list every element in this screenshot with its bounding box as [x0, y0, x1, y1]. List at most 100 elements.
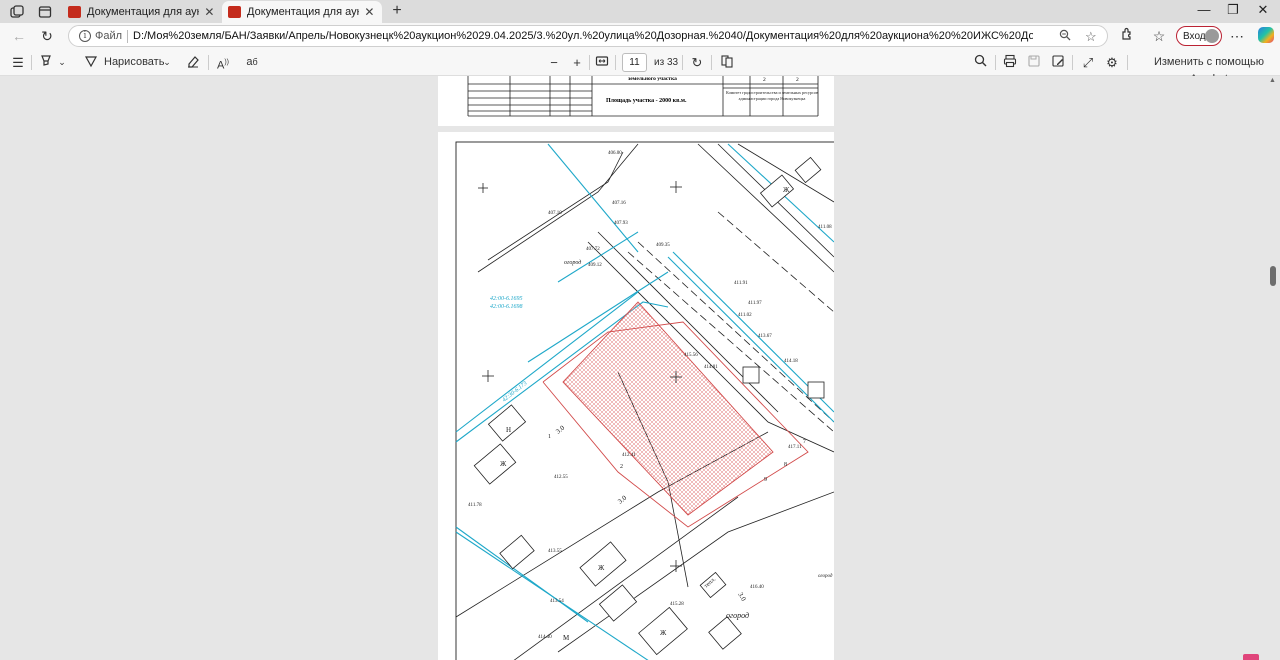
workspaces-icon[interactable]	[8, 3, 26, 21]
chevron-down-icon[interactable]: ⌄	[162, 54, 172, 71]
map-label: 409.35	[656, 243, 670, 248]
feedback-badge[interactable]	[1243, 654, 1259, 660]
more-icon[interactable]: ⋯	[1228, 27, 1246, 45]
contents-icon[interactable]: ☰	[10, 54, 26, 71]
highlight-icon[interactable]	[38, 54, 54, 71]
info-icon[interactable]: i	[79, 30, 91, 42]
divider	[127, 30, 128, 43]
map-label: 411.02	[738, 313, 752, 318]
chevron-down-icon[interactable]: ⌄	[57, 54, 67, 71]
scrollbar-thumb[interactable]	[1270, 266, 1276, 286]
map-label: 2	[620, 464, 623, 470]
fullscreen-icon[interactable]: ⤢	[1080, 54, 1096, 71]
close-icon[interactable]: ✕	[363, 5, 376, 19]
url-text[interactable]: D:/Моя%20земля/БАН/Заявки/Апрель/Новокуз…	[133, 30, 1033, 42]
map-label: 417.11	[788, 445, 802, 450]
draw-icon[interactable]	[83, 54, 99, 71]
map-label: 406.00	[608, 151, 622, 156]
map-label: 412.55	[554, 475, 568, 480]
map-label: Ж	[660, 629, 667, 637]
map-label: 407.72	[586, 247, 600, 252]
map-label: 9	[764, 477, 767, 483]
restore-button[interactable]: ❐	[1223, 2, 1243, 18]
map-label: 407.10	[548, 211, 562, 216]
print-icon[interactable]	[1002, 54, 1018, 71]
save-icon[interactable]	[1026, 54, 1042, 71]
map-label: огород	[818, 574, 833, 579]
address-bar[interactable]: i Файл D:/Моя%20земля/БАН/Заявки/Апрель/…	[68, 25, 1108, 47]
back-icon[interactable]: ←	[10, 27, 28, 45]
map-label: 411.78	[468, 503, 482, 508]
tab-1[interactable]: Документация для аукциона ИЖ ✕	[62, 1, 222, 23]
map-label: 8	[784, 462, 787, 468]
pdf-page-current: 42:00-6.1695 42:00-6.1698 42:30-6.173 ог…	[438, 132, 837, 660]
divider	[1072, 55, 1073, 70]
zoom-in-icon[interactable]: +	[569, 54, 585, 71]
page-number-input[interactable]: 11	[622, 53, 647, 72]
zoom-icon[interactable]	[1059, 29, 1071, 44]
avatar	[1205, 29, 1219, 43]
search-icon[interactable]	[972, 54, 988, 71]
map-label: 415.56	[684, 353, 698, 358]
save-as-icon[interactable]	[1050, 54, 1066, 71]
login-button[interactable]: Вход	[1176, 26, 1222, 46]
scroll-up-icon[interactable]: ▲	[1269, 77, 1276, 84]
close-icon[interactable]: ✕	[203, 5, 216, 19]
extensions-icon[interactable]	[1118, 27, 1136, 45]
vertical-scrollbar[interactable]: ▲	[1267, 76, 1280, 660]
divider	[1127, 55, 1128, 70]
pdf-viewer[interactable]: земельного участка 2 2 Площадь участка -…	[0, 76, 1280, 660]
map-label: 413.67	[758, 334, 772, 339]
map-label: 414.18	[784, 359, 798, 364]
page-view-icon[interactable]	[719, 54, 735, 71]
new-tab-button[interactable]: +	[388, 2, 406, 20]
pdf-icon	[228, 6, 241, 18]
map-label: 7	[803, 439, 806, 445]
zoom-out-icon[interactable]: −	[546, 54, 562, 71]
authority-text: Комитет градостроительства и земельных р…	[726, 90, 818, 101]
map-label: 413.54	[550, 599, 564, 604]
page-total: из 33	[654, 57, 679, 68]
tab-actions-icon[interactable]	[36, 3, 54, 21]
map-label: 42:00-6.1695	[490, 295, 523, 302]
map-label: 411.91	[734, 281, 748, 286]
favorite-star-icon[interactable]: ☆	[1085, 29, 1097, 45]
close-window-button[interactable]: ✕	[1253, 2, 1273, 18]
map-label: 42:30-6.173	[501, 380, 529, 404]
tab-1-title: Документация для аукциона ИЖ	[87, 6, 199, 18]
map-label: 3.0	[554, 424, 566, 436]
eraser-icon[interactable]	[185, 54, 201, 71]
pdf-toolbar: ☰ ⌄ Нарисовать ⌄ A)) aб − + 11 из 33 ↻ ⤢…	[0, 49, 1280, 85]
tab-2[interactable]: Документация для аукциона ИЖ ✕	[222, 1, 382, 23]
favorites-icon[interactable]: ☆	[1150, 27, 1168, 45]
tab-2-title: Документация для аукциона ИЖ	[247, 6, 359, 18]
pdf-page-previous: земельного участка 2 2 Площадь участка -…	[438, 76, 834, 126]
map-label: 413.55	[548, 549, 562, 554]
map-label: 411.97	[748, 301, 762, 306]
cadastral-map: 42:00-6.1695 42:00-6.1698 42:30-6.173 ог…	[455, 141, 837, 660]
table-cell: земельного участка	[628, 76, 677, 82]
map-label: 407.16	[612, 201, 626, 206]
settings-gear-icon[interactable]: ⚙	[1104, 54, 1120, 71]
map-label: 411.08	[818, 225, 832, 230]
minimize-button[interactable]: —	[1194, 2, 1214, 17]
rotate-icon[interactable]: ↻	[689, 54, 705, 71]
fit-page-icon[interactable]	[594, 54, 610, 71]
refresh-icon[interactable]: ↻	[38, 27, 56, 45]
table-fragment: земельного участка 2 2 Площадь участка -…	[467, 76, 819, 117]
map-label: 415.28	[670, 602, 684, 607]
map-label: 416.40	[750, 585, 764, 590]
divider	[31, 55, 32, 70]
read-aloud-icon[interactable]: A))	[214, 54, 232, 72]
map-label: Н	[506, 426, 511, 434]
copilot-icon[interactable]	[1258, 27, 1274, 43]
area-text: Площадь участка - 2000 кв.м.	[606, 98, 687, 104]
table-cell: 2	[796, 77, 799, 83]
map-label: 414.40	[538, 635, 552, 640]
divider	[711, 55, 712, 70]
draw-label[interactable]: Нарисовать	[104, 54, 164, 71]
map-label: огород	[564, 259, 581, 266]
translate-icon[interactable]: aб	[243, 54, 261, 71]
edit-acrobat-button[interactable]: Изменить с помощью Acrobat	[1138, 54, 1280, 85]
map-label: М	[563, 634, 570, 642]
